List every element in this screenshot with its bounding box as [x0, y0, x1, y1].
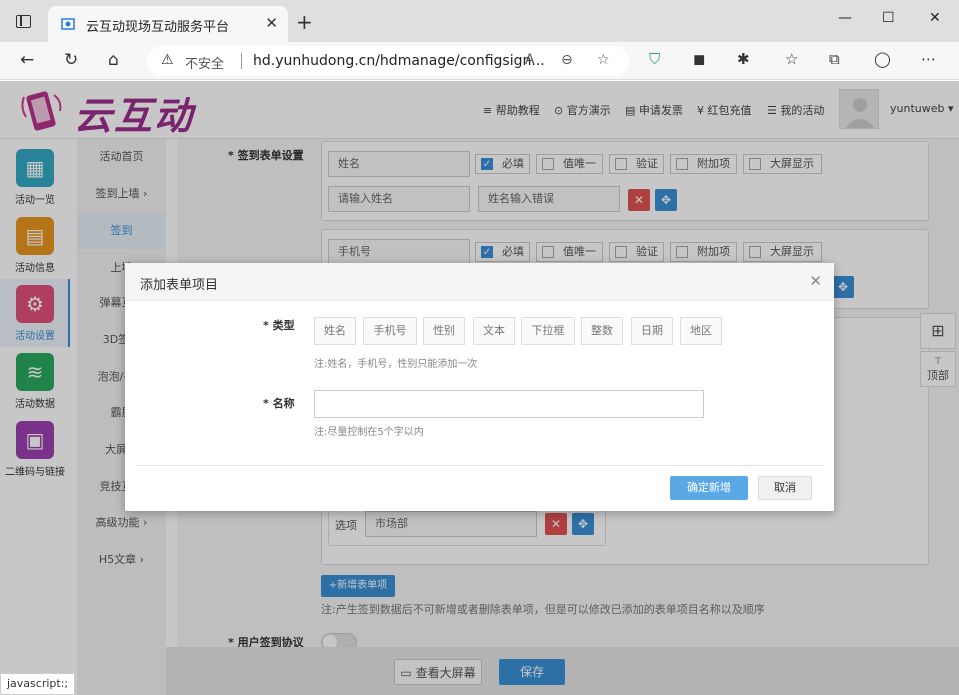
home-icon[interactable]: ⌂ — [108, 50, 119, 70]
confirm-add-button[interactable]: 确定新增 — [670, 476, 748, 500]
tab-title: 云互动现场互动服务平台 — [86, 20, 230, 35]
more-icon[interactable]: ⋯ — [921, 50, 936, 68]
url-separator — [241, 53, 242, 69]
dialog-header: 添加表单项目 ✕ — [125, 263, 834, 301]
warning-icon: ⚠ — [161, 52, 174, 68]
type-label: * 类型 — [263, 319, 295, 332]
type-option-integer[interactable]: 整数 — [581, 317, 623, 345]
minimize-icon[interactable]: — — [838, 10, 852, 26]
extension-game-icon[interactable]: ◼ — [693, 50, 705, 68]
type-option-gender[interactable]: 性别 — [423, 317, 465, 345]
type-option-dropdown[interactable]: 下拉框 — [521, 317, 575, 345]
tab-close-icon[interactable]: ✕ — [265, 14, 278, 32]
extensions-icon[interactable]: ✱ — [737, 50, 750, 68]
window-close-icon[interactable]: ✕ — [929, 10, 941, 26]
collections-icon[interactable]: ⧉ — [829, 50, 840, 68]
profile-icon[interactable]: ◯ — [874, 50, 891, 68]
type-option-name[interactable]: 姓名 — [314, 317, 356, 345]
dialog-divider — [136, 465, 824, 466]
browser-tab[interactable]: 云互动现场互动服务平台 ✕ — [48, 6, 288, 42]
zoom-icon[interactable]: ⊖ — [561, 52, 573, 68]
url-text[interactable]: hd.yunhudong.cn/hdmanage/configsign... — [253, 53, 545, 69]
name-note: 注:尽量控制在5个字以内 — [314, 427, 424, 438]
type-option-phone[interactable]: 手机号 — [363, 317, 417, 345]
browser-tab-bar: 云互动现场互动服务平台 ✕ + — ☐ ✕ — [0, 0, 959, 42]
type-option-region[interactable]: 地区 — [680, 317, 722, 345]
dialog-close-icon[interactable]: ✕ — [809, 272, 822, 290]
favorite-add-icon[interactable]: ☆ — [597, 52, 610, 68]
new-tab-icon[interactable]: + — [296, 10, 313, 34]
insecure-label: 不安全 — [185, 57, 225, 72]
sidebar-toggle-icon[interactable] — [16, 15, 31, 28]
name-input[interactable] — [314, 390, 704, 418]
refresh-icon[interactable]: ↻ — [64, 50, 78, 70]
maximize-icon[interactable]: ☐ — [882, 10, 895, 26]
shield-icon[interactable]: ⛉ — [649, 50, 660, 68]
type-option-text[interactable]: 文本 — [473, 317, 515, 345]
status-bar: javascript:; — [0, 673, 76, 695]
dialog-title: 添加表单项目 — [140, 278, 219, 293]
address-bar[interactable]: ⚠ 不安全 hd.yunhudong.cn/hdmanage/configsig… — [147, 46, 629, 76]
address-toolbar: ← ↻ ⌂ ⚠ 不安全 hd.yunhudong.cn/hdmanage/con… — [0, 42, 959, 80]
cancel-button[interactable]: 取消 — [758, 476, 812, 500]
site-favicon-icon — [61, 18, 75, 30]
favorites-icon[interactable]: ☆ — [785, 50, 798, 68]
read-aloud-icon[interactable]: A — [525, 52, 535, 68]
name-label: * 名称 — [263, 397, 295, 410]
back-icon[interactable]: ← — [20, 50, 34, 70]
type-option-date[interactable]: 日期 — [631, 317, 673, 345]
add-form-item-dialog: 添加表单项目 ✕ * 类型 姓名 手机号 性别 文本 下拉框 整数 日期 地区 … — [125, 263, 834, 511]
type-note: 注:姓名，手机号，性别只能添加一次 — [314, 359, 478, 370]
